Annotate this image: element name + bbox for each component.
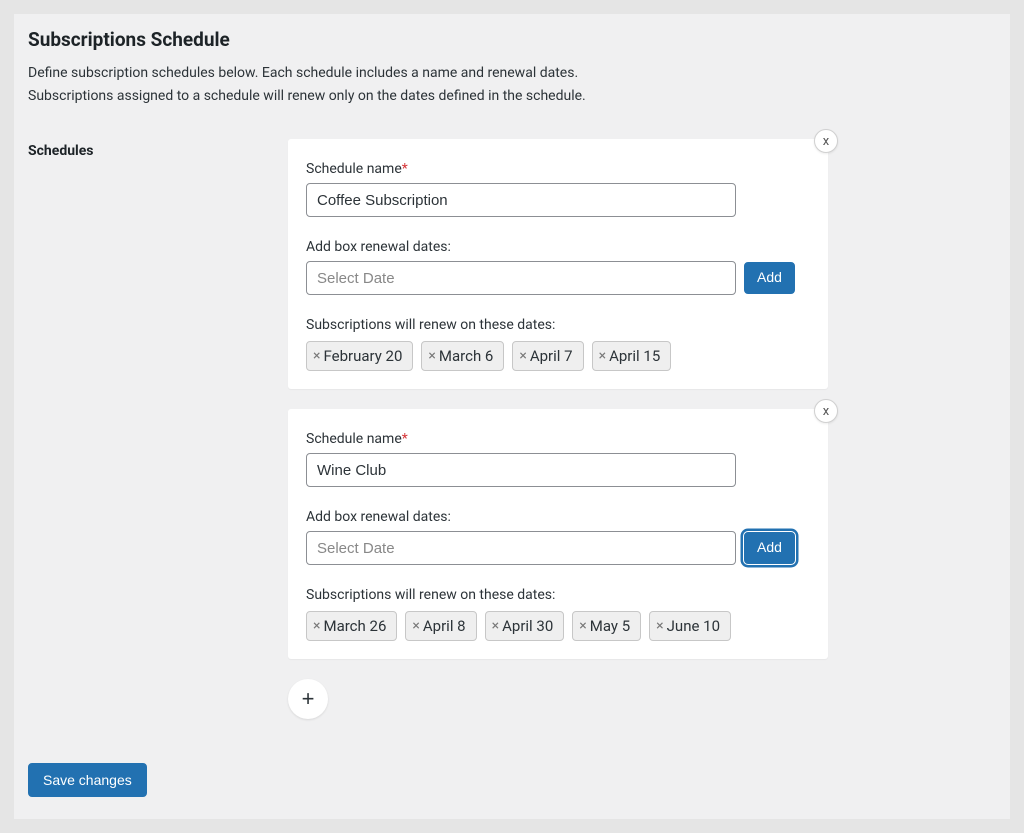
date-chip: × April 8	[405, 611, 476, 641]
add-date-button[interactable]: Add	[744, 532, 795, 563]
schedule-card: xSchedule name*Add box renewal dates:Add…	[288, 139, 828, 389]
date-chip: × May 5	[572, 611, 641, 641]
remove-schedule-button[interactable]: x	[814, 399, 838, 423]
remove-date-icon[interactable]: ×	[412, 619, 419, 633]
renew-dates-section: Subscriptions will renew on these dates:…	[306, 587, 810, 641]
schedule-name-label: Schedule name*	[306, 161, 810, 177]
date-chip-label: March 26	[323, 617, 386, 635]
add-renewal-dates-label: Add box renewal dates:	[306, 509, 810, 525]
date-chip: × March 6	[421, 341, 504, 371]
schedule-name-input[interactable]	[306, 453, 736, 487]
date-chip-label: May 5	[590, 617, 630, 635]
schedules-label: Schedules	[28, 139, 268, 719]
page-title: Subscriptions Schedule	[28, 28, 996, 51]
date-chip-label: April 30	[502, 617, 553, 635]
date-chip-label: April 15	[609, 347, 660, 365]
remove-date-icon[interactable]: ×	[599, 349, 606, 363]
plus-icon: +	[302, 686, 315, 712]
date-chip-label: March 6	[439, 347, 493, 365]
schedule-name-label-text: Schedule name	[306, 431, 402, 447]
form-area: Schedules xSchedule name*Add box renewal…	[28, 139, 996, 719]
required-asterisk: *	[402, 431, 408, 447]
settings-panel: Subscriptions Schedule Define subscripti…	[14, 14, 1010, 819]
date-chip-label: June 10	[667, 617, 720, 635]
date-chip: ×April 15	[592, 341, 672, 371]
remove-date-icon[interactable]: ×	[519, 349, 526, 363]
remove-date-icon[interactable]: ×	[492, 619, 499, 633]
remove-schedule-button[interactable]: x	[814, 129, 838, 153]
add-schedule-button[interactable]: +	[288, 679, 328, 719]
close-icon: x	[823, 405, 829, 418]
remove-date-icon[interactable]: ×	[313, 349, 320, 363]
date-chip-label: April 8	[423, 617, 466, 635]
date-chips: ×March 26×April 8×April 30×May 5×June 10	[306, 611, 810, 641]
remove-date-icon[interactable]: ×	[428, 349, 435, 363]
required-asterisk: *	[402, 161, 408, 177]
remove-date-icon[interactable]: ×	[579, 619, 586, 633]
date-chip: × June 10	[649, 611, 731, 641]
save-button[interactable]: Save changes	[28, 763, 147, 797]
schedule-card: xSchedule name*Add box renewal dates:Add…	[288, 409, 828, 659]
renewal-date-input[interactable]	[306, 261, 736, 295]
save-area: Save changes	[28, 763, 996, 797]
date-chip: × April 7	[512, 341, 583, 371]
renewal-date-input[interactable]	[306, 531, 736, 565]
date-row: Add	[306, 261, 810, 295]
date-row: Add	[306, 531, 810, 565]
date-chip-label: February 20	[323, 347, 402, 365]
add-date-button[interactable]: Add	[744, 262, 795, 293]
schedule-name-input[interactable]	[306, 183, 736, 217]
renew-dates-label: Subscriptions will renew on these dates:	[306, 317, 810, 333]
renewal-date-section: Add box renewal dates: Add	[306, 239, 810, 295]
renew-dates-section: Subscriptions will renew on these dates:…	[306, 317, 810, 371]
remove-date-icon[interactable]: ×	[656, 619, 663, 633]
date-chip: ×April 30	[485, 611, 565, 641]
schedules-list: xSchedule name*Add box renewal dates:Add…	[288, 139, 828, 719]
close-icon: x	[823, 135, 829, 148]
date-chip-label: April 7	[530, 347, 573, 365]
page-description-line2: Subscriptions assigned to a schedule wil…	[28, 86, 996, 107]
schedule-name-label-text: Schedule name	[306, 161, 402, 177]
date-chip: ×February 20	[306, 341, 413, 371]
date-chips: ×February 20×March 6×April 7×April 15	[306, 341, 810, 371]
schedule-name-label: Schedule name*	[306, 431, 810, 447]
page-description-line1: Define subscription schedules below. Eac…	[28, 63, 996, 84]
remove-date-icon[interactable]: ×	[313, 619, 320, 633]
renew-dates-label: Subscriptions will renew on these dates:	[306, 587, 810, 603]
date-chip: ×March 26	[306, 611, 397, 641]
renewal-date-section: Add box renewal dates: Add	[306, 509, 810, 565]
add-renewal-dates-label: Add box renewal dates:	[306, 239, 810, 255]
